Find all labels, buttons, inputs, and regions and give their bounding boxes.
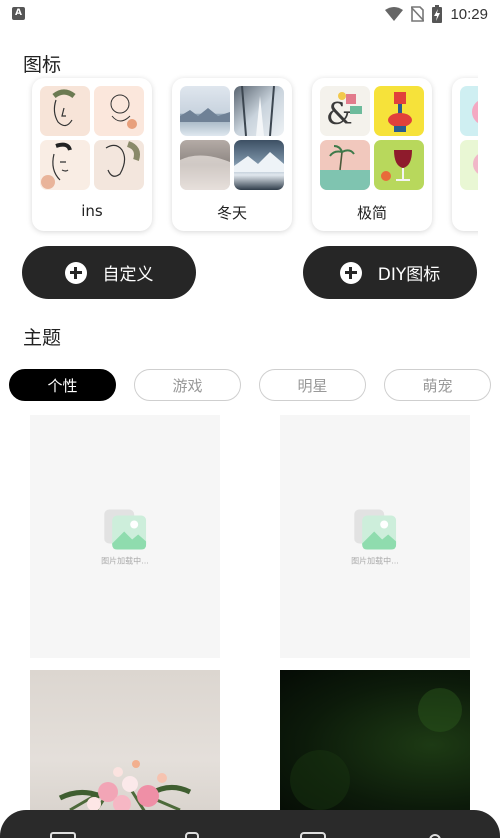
snow-landscape-thumbnail <box>180 86 230 136</box>
status-icons: 10:29 <box>385 4 488 24</box>
theme-icon[interactable] <box>185 832 199 838</box>
home-icon[interactable] <box>50 832 76 838</box>
icon-pack-preview <box>460 86 478 190</box>
geometric-art-thumbnail <box>374 86 424 136</box>
theme-card-flowers[interactable] <box>30 670 220 820</box>
loading-text: 图片加载中... <box>101 556 149 565</box>
no-sim-icon <box>411 6 425 22</box>
line-face-thumbnail <box>94 86 144 136</box>
icon-pack-card-partial[interactable] <box>452 78 478 231</box>
diy-button-label: DIY图标 <box>377 265 441 285</box>
line-face-thumbnail <box>40 86 90 136</box>
icon-pack-carousel[interactable]: ins 冬天 & 极简 <box>22 72 478 240</box>
category-chip-games[interactable]: 游戏 <box>134 369 241 401</box>
line-face-thumbnail <box>94 140 144 190</box>
category-chip-personality[interactable]: 个性 <box>9 369 116 401</box>
image-placeholder-icon <box>103 507 146 549</box>
icon-pack-label: ins <box>81 202 103 220</box>
custom-icon-button[interactable]: 自定义 <box>22 246 196 299</box>
cute-icon-thumbnail <box>460 86 478 136</box>
diy-icon-button[interactable]: DIY图标 <box>303 246 477 299</box>
profile-icon[interactable] <box>428 832 442 838</box>
image-loading-placeholder: 图片加载中... <box>101 507 149 566</box>
wifi-icon <box>385 7 404 21</box>
icon-pack-card-minimal[interactable]: & 极简 <box>312 78 432 231</box>
widget-icon[interactable] <box>300 832 326 838</box>
theme-card[interactable]: 图片加载中... <box>280 415 470 658</box>
icon-pack-preview: & <box>320 86 424 190</box>
line-face-thumbnail <box>40 140 90 190</box>
snowy-hill-thumbnail <box>180 140 230 190</box>
plus-icon <box>339 261 362 284</box>
bottom-navigation <box>0 810 500 838</box>
dark-foliage-image <box>290 688 462 810</box>
image-placeholder-icon <box>353 507 396 549</box>
custom-button-label: 自定义 <box>102 265 154 285</box>
icon-pack-label: 极简 <box>356 204 387 222</box>
snow-valley-thumbnail <box>234 140 284 190</box>
wine-glass-thumbnail <box>374 140 424 190</box>
status-time: 10:29 <box>450 5 488 23</box>
themes-section-title: 主题 <box>23 327 62 349</box>
icon-pack-preview <box>40 86 144 190</box>
category-chip-pets[interactable]: 萌宠 <box>384 369 491 401</box>
icon-pack-preview <box>180 86 284 190</box>
theme-card-dark-green[interactable] <box>280 670 470 820</box>
icon-pack-card-winter[interactable]: 冬天 <box>172 78 292 231</box>
app-badge-icon: A <box>12 7 25 20</box>
icon-pack-label: 冬天 <box>216 204 247 222</box>
icon-pack-card-ins[interactable]: ins <box>32 78 152 231</box>
theme-card[interactable]: 图片加载中... <box>30 415 220 658</box>
plus-icon <box>64 261 87 284</box>
snow-forest-thumbnail <box>234 86 284 136</box>
loading-text: 图片加载中... <box>351 556 399 565</box>
category-chip-stars[interactable]: 明星 <box>259 369 366 401</box>
palm-beach-thumbnail <box>320 140 370 190</box>
status-bar: A 10:29 <box>0 0 500 28</box>
flower-bouquet-image <box>58 760 192 820</box>
cute-icon-thumbnail <box>460 140 478 190</box>
battery-charging-icon <box>432 5 443 23</box>
image-loading-placeholder: 图片加载中... <box>351 507 399 566</box>
ampersand-art-thumbnail: & <box>320 86 370 136</box>
